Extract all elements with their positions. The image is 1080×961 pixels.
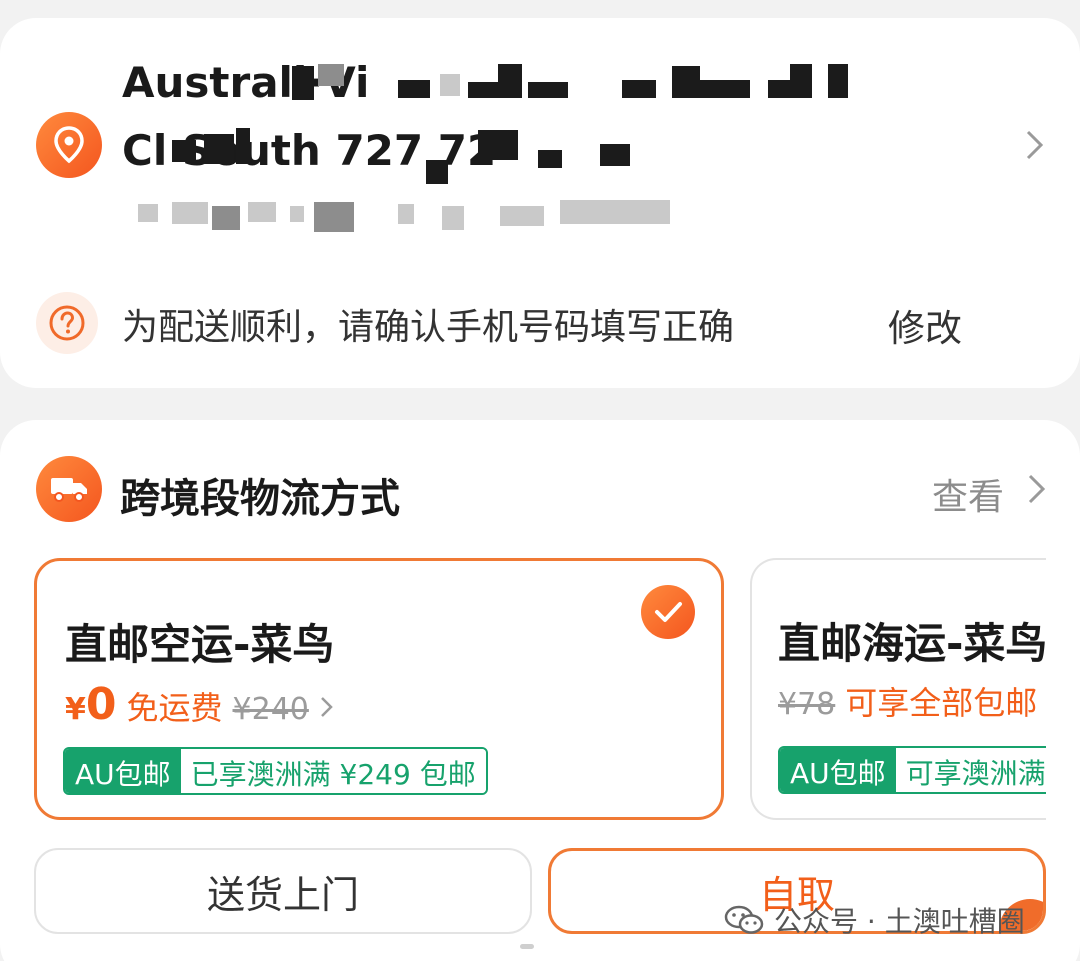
watermark-text: 公众号 · 土澳吐槽圈	[774, 905, 1025, 938]
view-chevron-right-icon[interactable]	[1026, 472, 1048, 506]
badge-main-label: AU包邮	[780, 748, 896, 792]
phone-confirm-tip: 为配送顺利，请确认手机号码填写正确	[122, 307, 735, 348]
scroll-indicator	[520, 944, 534, 949]
address-chevron-right-icon[interactable]	[1024, 128, 1046, 162]
price-original: ¥78	[778, 687, 836, 722]
price-chevron-right-icon	[320, 697, 333, 717]
location-pin-icon	[36, 112, 102, 178]
selected-check-icon	[641, 585, 695, 639]
price-row: ¥78 可享全部包邮	[778, 678, 1037, 724]
badge-sub-label: 已享澳洲满 ¥249 包邮	[180, 749, 486, 793]
free-shipping-label: 免运费	[126, 689, 223, 727]
edit-phone-button[interactable]: 修改	[888, 298, 962, 352]
price-currency: ¥	[65, 692, 86, 727]
price-original: ¥240	[232, 692, 309, 727]
wechat-watermark: 公众号 · 土澳吐槽圈	[724, 900, 1025, 940]
au-free-shipping-badge: AU包邮 可享澳洲满	[778, 746, 1046, 794]
promo-label: 可享全部包邮	[845, 684, 1038, 722]
home-delivery-label: 送货上门	[206, 872, 359, 917]
badge-sub-label: 可享澳洲满	[895, 748, 1046, 792]
wechat-icon	[724, 905, 764, 934]
badge-main-label: AU包邮	[65, 749, 181, 793]
option-name: 直邮空运-菜鸟	[65, 620, 335, 669]
shipping-option-air[interactable]: 直邮空运-菜鸟 ¥ 0 免运费 ¥240 AU包邮 已享澳洲满 ¥249 包邮	[34, 558, 724, 820]
price-row: ¥ 0 免运费 ¥240	[65, 679, 335, 730]
delivery-truck-icon	[36, 456, 102, 522]
view-logistics-link[interactable]: 查看	[932, 468, 1004, 520]
option-name: 直邮海运-菜鸟	[778, 619, 1046, 668]
shipping-option-sea[interactable]: 直邮海运-菜鸟 ¥78 可享全部包邮 AU包邮 可享澳洲满	[750, 558, 1046, 820]
price-current: 0	[85, 679, 117, 730]
logistics-section-title: 跨境段物流方式	[120, 476, 400, 522]
au-free-shipping-badge: AU包邮 已享澳洲满 ¥249 包邮	[63, 747, 488, 795]
question-mark-icon	[36, 292, 98, 354]
home-delivery-button[interactable]: 送货上门	[34, 848, 532, 934]
